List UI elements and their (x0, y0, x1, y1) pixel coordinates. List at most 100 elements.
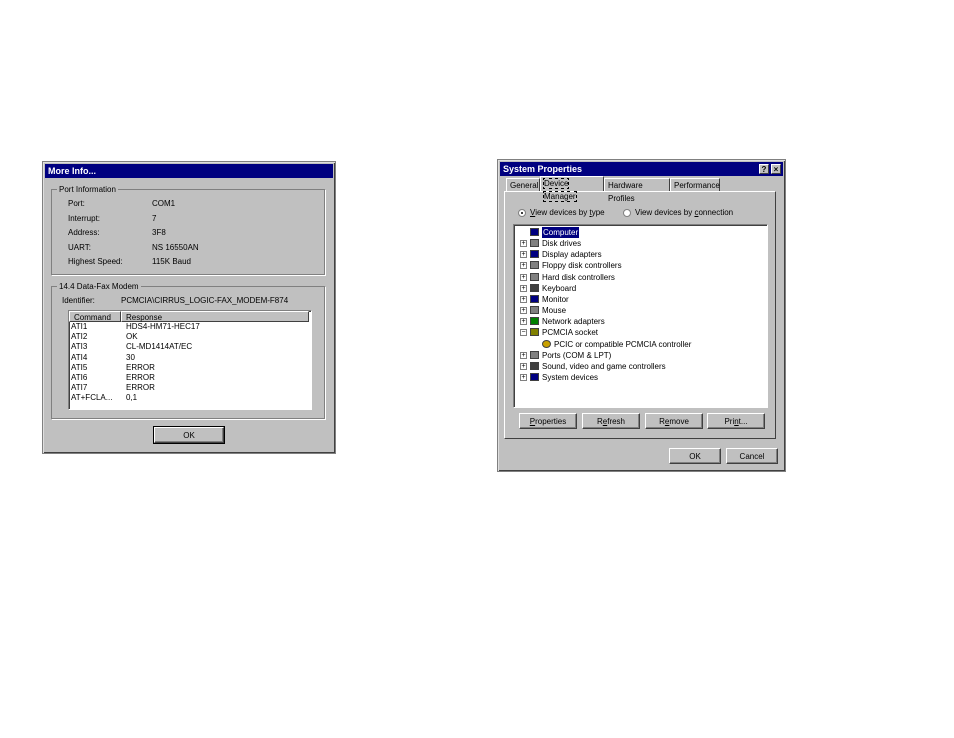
tree-item-label: Hard disk controllers (542, 272, 615, 282)
table-row[interactable]: ATI3 CL-MD1414AT/EC (69, 342, 309, 352)
port-info-value: COM1 (152, 199, 176, 208)
command-cell: ATI2 (71, 332, 88, 342)
port-info-value: 7 (152, 213, 157, 223)
floppy-controller-icon (530, 261, 539, 270)
expand-icon[interactable]: + (520, 373, 527, 381)
modem-group: 14.4 Data-Fax Modem Identifier: PCMCIA\C… (51, 281, 325, 419)
expand-icon[interactable]: + (520, 351, 527, 359)
close-icon[interactable]: × (771, 164, 781, 174)
tree-item-label: Computer (542, 227, 580, 238)
expand-icon[interactable]: + (520, 251, 527, 259)
table-row[interactable]: ATI4 30 (69, 353, 309, 363)
system-properties-dialog: System Properties ? × General Device Man… (497, 159, 786, 472)
tab-general[interactable]: General (506, 178, 540, 191)
column-header-command[interactable]: Command (69, 311, 121, 322)
tab-device-manager[interactable]: Device Manager (540, 176, 604, 202)
tree-item-label: PCIC or compatible PCMCIA controller (554, 339, 692, 349)
expand-icon[interactable]: + (520, 284, 527, 292)
expand-icon[interactable]: + (520, 262, 527, 270)
port-information-group: Port Information Port: COM1 Interrupt: 7 Add… (51, 184, 325, 275)
tree-item-label: Keyboard (542, 283, 577, 293)
identifier-label: Identifier: (62, 296, 95, 305)
tree-item-label: Network adapters (542, 317, 605, 327)
command-cell: ATI7 (71, 383, 88, 393)
tab-hardware-profiles[interactable]: Hardware Profiles (604, 178, 670, 203)
keyboard-icon (530, 283, 539, 292)
table-row[interactable]: ATI7 ERROR (69, 383, 309, 393)
more-info-title: More Info... (45, 164, 333, 178)
port-info-value: 3F8 (152, 228, 166, 237)
table-row[interactable]: ATI1 HDS4-HM71-HEC17 (69, 322, 309, 332)
table-row[interactable]: AT+FCLA... 0,1 (69, 393, 309, 403)
command-response-table[interactable]: Command Response ATI1 HDS4-HM71-HEC17 ATI2… (68, 310, 312, 410)
help-icon[interactable]: ? (759, 164, 769, 174)
port-info-label: Interrupt: (68, 213, 101, 223)
tree-item-label: PCMCIA socket (542, 328, 599, 338)
response-cell: HDS4-HM71-HEC17 (126, 322, 200, 331)
view-by-connection-label[interactable]: View devices by connection (635, 207, 733, 218)
tree-item-label: Ports (COM & LPT) (542, 350, 612, 360)
hard-disk-controller-icon (530, 272, 539, 281)
collapse-icon[interactable]: − (520, 329, 527, 337)
disk-drive-icon (530, 239, 539, 248)
properties-button[interactable]: Properties (519, 413, 577, 429)
view-by-type-radio[interactable] (518, 209, 526, 217)
identifier-value: PCMCIA\CIRRUS_LOGIC-FAX_MODEM-F874 (121, 296, 289, 305)
command-cell: ATI6 (71, 373, 88, 382)
port-info-label: Address: (68, 228, 100, 237)
expand-icon[interactable]: + (520, 318, 527, 326)
table-row[interactable]: ATI5 ERROR (69, 363, 309, 373)
tree-item-label: Floppy disk controllers (542, 261, 622, 271)
port-info-value: NS 16550AN (152, 242, 199, 252)
computer-icon (530, 228, 539, 236)
response-cell: ERROR (126, 373, 155, 382)
system-devices-icon (530, 372, 539, 381)
command-cell: ATI5 (71, 362, 88, 372)
system-properties-title: System Properties (500, 162, 783, 176)
sound-icon (530, 361, 539, 370)
print-button[interactable]: Print... (707, 413, 765, 429)
view-by-connection-radio[interactable] (623, 209, 631, 217)
response-cell: CL-MD1414AT/EC (126, 342, 193, 352)
expand-icon[interactable]: + (520, 240, 527, 248)
port-info-label: Port: (68, 199, 85, 208)
response-cell: 0,1 (126, 393, 138, 403)
tree-item-label: Mouse (542, 306, 567, 316)
device-tree[interactable]: Computer + Disk drives + Display adapters + Fl… (513, 224, 768, 408)
more-info-dialog: More Info... Port Information Port: COM1 I… (42, 161, 336, 454)
command-cell: ATI1 (71, 322, 88, 331)
command-cell: ATI4 (71, 352, 88, 362)
refresh-button[interactable]: Refresh (582, 413, 640, 429)
mouse-icon (530, 306, 539, 315)
system-properties-cancel-button[interactable]: Cancel (726, 448, 778, 464)
modem-group-title: 14.4 Data-Fax Modem (57, 281, 141, 292)
tree-item-label: Monitor (542, 294, 569, 304)
tree-item-label: Display adapters (542, 250, 602, 260)
more-info-ok-button[interactable]: OK (153, 426, 225, 444)
expand-icon[interactable]: + (520, 307, 527, 315)
response-cell: ERROR (126, 362, 155, 372)
tree-item-label: Sound, video and game controllers (542, 361, 666, 371)
tab-performance[interactable]: Performance (670, 178, 720, 191)
network-adapter-icon (530, 317, 539, 326)
expand-icon[interactable]: + (520, 273, 527, 281)
pcmcia-controller-icon (542, 339, 551, 348)
column-header-response[interactable]: Response (121, 311, 309, 322)
system-properties-ok-button[interactable]: OK (669, 448, 721, 464)
tree-item-label: Disk drives (542, 239, 582, 249)
command-cell: ATI3 (71, 342, 88, 352)
table-row[interactable]: ATI2 OK (69, 332, 309, 342)
expand-icon[interactable]: + (520, 295, 527, 303)
tree-item-label: System devices (542, 372, 599, 382)
monitor-icon (530, 294, 539, 303)
ports-icon (530, 350, 539, 359)
table-row[interactable]: ATI6 ERROR (69, 373, 309, 383)
pcmcia-socket-icon (530, 328, 539, 337)
response-cell: 30 (126, 352, 135, 362)
port-info-label: Highest Speed: (68, 257, 123, 266)
expand-icon[interactable]: + (520, 362, 527, 370)
response-cell: OK (126, 332, 138, 342)
port-information-title: Port Information (57, 184, 118, 195)
view-by-type-label[interactable]: View devices by type (530, 207, 605, 218)
remove-button[interactable]: Remove (645, 413, 703, 429)
